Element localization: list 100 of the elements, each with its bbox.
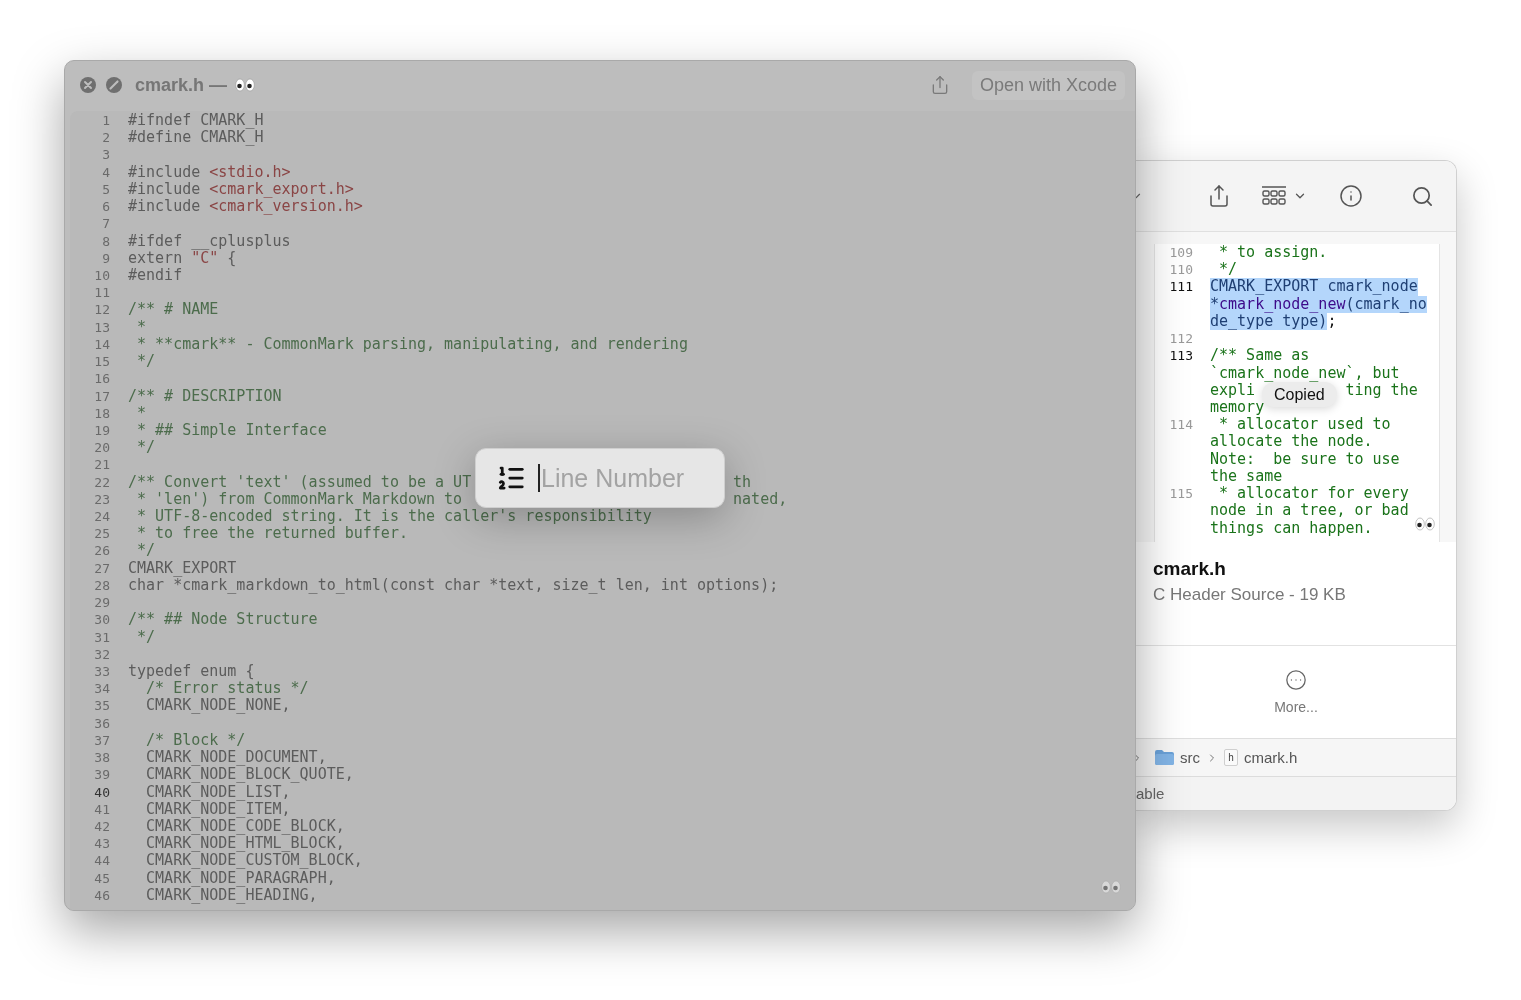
line-number: 2: [101, 129, 111, 147]
code-line: * **cmark** - CommonMark parsing, manipulating, and rendering: [136, 334, 688, 353]
code-line: CMARK_NODE_PARAGRAPH,: [145, 868, 336, 887]
line-number: 18: [93, 404, 111, 422]
share-icon: [1207, 184, 1231, 208]
line-number: 39: [93, 766, 111, 784]
eyes-icon: [235, 78, 256, 92]
code-line: #include <cmark_version.h>: [128, 197, 363, 216]
line-number: 25: [93, 525, 111, 543]
code-line: * UTF-8-encoded string. It is the caller's responsibility: [136, 507, 652, 526]
code-line: CMARK_NODE_NONE,: [145, 696, 291, 715]
code-line: CMARK_NODE_CODE_BLOCK,: [145, 816, 345, 835]
code-line: * allocator used to: [1218, 415, 1391, 434]
line-number: 1: [101, 112, 111, 130]
code-line: */: [136, 438, 156, 457]
code-line: CMARK_EXPORT: [128, 558, 237, 577]
code-line: the same: [1210, 466, 1283, 485]
eyes-icon: [1415, 517, 1435, 531]
grid-icon: [1261, 185, 1287, 207]
code-line: typedef enum {: [128, 662, 255, 680]
info-icon: [1339, 184, 1363, 208]
code-line: /** Convert 'text' (assumed to be a UT: [128, 473, 472, 491]
code-line: */: [1218, 260, 1238, 279]
code-line: #define CMARK_H: [128, 128, 264, 147]
line-number: 46: [93, 886, 111, 905]
line-number: 113: [1168, 347, 1194, 366]
code-line: expli: [1210, 381, 1256, 399]
code-line: allocate the node.: [1210, 432, 1373, 451]
code-line: th: [733, 473, 752, 491]
line-number: 36: [93, 714, 111, 732]
code-line: * allocator for every: [1218, 484, 1409, 503]
line-number: 17: [93, 387, 111, 405]
line-number: 26: [93, 542, 111, 560]
line-number: 45: [93, 869, 111, 887]
status-text: able: [1136, 785, 1165, 802]
line-number: 30: [93, 611, 111, 629]
code-line: Note: be sure to use: [1210, 449, 1400, 468]
folder-icon: [1155, 750, 1174, 765]
code-line: /* Block */: [145, 730, 246, 749]
code-line: */: [136, 541, 156, 560]
line-number: 3: [101, 146, 111, 164]
code-line: #ifndef CMARK_H: [128, 111, 264, 129]
code-line: CMARK_NODE_HEADING,: [145, 885, 318, 904]
line-number: 111: [1168, 278, 1194, 297]
line-number: 4: [101, 163, 111, 181]
view-options-button[interactable]: [1261, 185, 1307, 207]
code-line: #ifdef __cplusplus: [128, 231, 291, 250]
path-item[interactable]: h cmark.h: [1224, 749, 1298, 766]
code-line: */: [136, 352, 156, 371]
line-number-input[interactable]: Line Number: [540, 463, 701, 493]
code-line: char *cmark_markdown_to_html(const char *text, size_t len, int options);: [128, 575, 779, 594]
ellipsis-icon: [1285, 669, 1307, 691]
line-number: 40: [93, 783, 111, 801]
line-number: 35: [93, 697, 111, 715]
line-number: 14: [93, 335, 111, 354]
code-line: CMARK_NODE_LIST,: [145, 782, 291, 801]
file-icon: h: [1224, 749, 1238, 766]
code-line: ting the: [1345, 381, 1418, 399]
line-number: 19: [93, 421, 111, 440]
code-line: * ## Simple Interface: [136, 420, 327, 439]
line-number: 114: [1168, 416, 1194, 435]
code-line: #include <stdio.h>: [128, 162, 291, 181]
code-line: things can happen.: [1210, 518, 1373, 537]
close-icon[interactable]: [79, 76, 97, 94]
more-button[interactable]: More...: [1274, 669, 1318, 715]
fullscreen-icon[interactable]: [105, 76, 123, 94]
code-line: #include <cmark_export.h>: [128, 179, 354, 198]
code-line: CMARK_NODE_HTML_BLOCK,: [145, 834, 345, 853]
line-number: 42: [93, 817, 111, 836]
line-number: 31: [93, 628, 111, 646]
file-name: cmark.h: [1153, 558, 1227, 580]
line-number: 112: [1168, 330, 1194, 348]
line-number: 8: [101, 232, 111, 250]
line-number: 109: [1168, 244, 1194, 262]
file-info: C Header Source - 19 KB: [1153, 585, 1347, 605]
line-number: 33: [93, 663, 111, 681]
line-number: 9: [101, 249, 111, 267]
code-line: */: [136, 627, 156, 646]
search-button[interactable]: [1411, 184, 1434, 208]
line-number: 37: [93, 731, 111, 750]
code-line: CMARK_NODE_DOCUMENT,: [145, 748, 327, 767]
line-number: 34: [93, 680, 111, 698]
line-number: 41: [93, 800, 111, 818]
info-button[interactable]: [1339, 184, 1363, 208]
code-line: /** # NAME: [128, 300, 219, 319]
code-line: *: [136, 403, 147, 422]
path-item[interactable]: src: [1155, 749, 1200, 766]
line-number: 44: [93, 852, 111, 870]
share-button[interactable]: [1207, 184, 1231, 208]
code-line: nated,: [733, 490, 788, 509]
line-number: 27: [93, 559, 111, 577]
line-number: 16: [93, 370, 111, 388]
code-line: /** # DESCRIPTION: [128, 386, 282, 405]
search-icon: [1411, 184, 1434, 208]
code-line: * 'len') from CommonMark Markdown to: [136, 490, 463, 509]
line-number: 13: [93, 318, 111, 336]
line-number: 115: [1168, 485, 1194, 504]
line-number: 43: [93, 835, 111, 853]
line-number-field[interactable]: Line Number: [475, 448, 725, 508]
code-line: CMARK_NODE_BLOCK_QUOTE,: [145, 765, 354, 784]
